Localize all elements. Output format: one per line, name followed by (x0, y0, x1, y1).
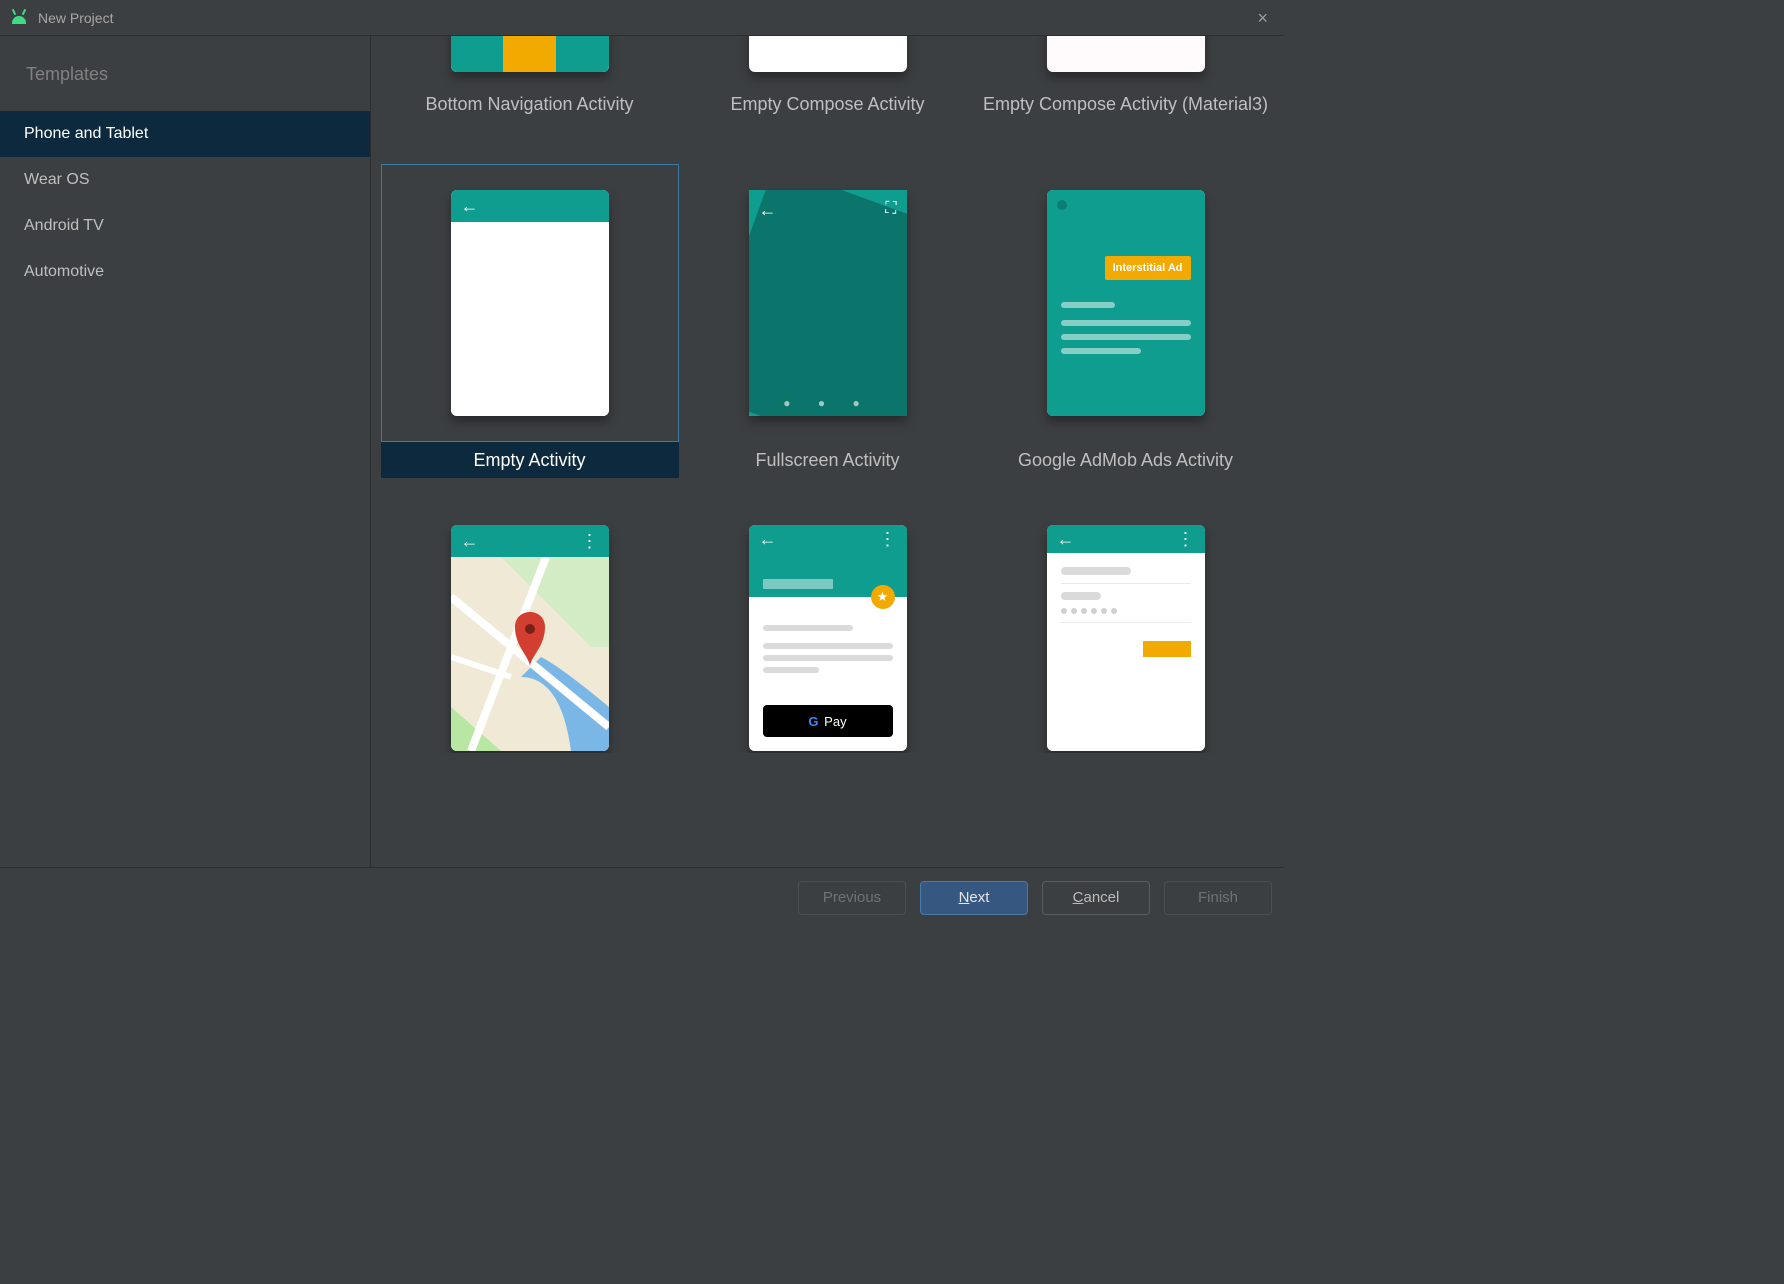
back-arrow-icon: ← (759, 200, 777, 221)
sidebar-item-label: Wear OS (24, 171, 90, 189)
template-thumbnail (451, 36, 609, 72)
back-arrow-icon: ← (461, 531, 479, 552)
template-label: Bottom Navigation Activity (425, 94, 633, 120)
cancel-button[interactable]: Cancel (1042, 881, 1150, 915)
template-empty-compose-m3[interactable]: Empty Compose Activity (Material3) (977, 36, 1275, 120)
template-area: Bottom Navigation Activity Empty Compose… (371, 36, 1284, 867)
template-thumbnail: ←⋮ (1047, 525, 1205, 751)
template-thumbnail-holder: ← (381, 164, 679, 442)
template-thumbnail: Interstitial Ad (1047, 190, 1205, 416)
back-arrow-icon: ← (1057, 529, 1075, 550)
main-split: Templates Phone and Tablet Wear OS Andro… (0, 36, 1284, 867)
sidebar-item-android-tv[interactable]: Android TV (0, 203, 370, 249)
star-icon: ★ (871, 585, 895, 609)
template-google-maps[interactable]: ←⋮ (381, 522, 679, 754)
sidebar-item-label: Automotive (24, 263, 104, 281)
close-icon[interactable]: × (1251, 9, 1274, 27)
finish-button[interactable]: Finish (1164, 881, 1272, 915)
sidebar: Templates Phone and Tablet Wear OS Andro… (0, 36, 371, 867)
template-fullscreen[interactable]: ← ⛶ ● ● ● Fullscreen Activity (679, 164, 977, 478)
sidebar-item-label: Phone and Tablet (24, 125, 148, 143)
more-icon: ⋮ (581, 531, 599, 552)
fullscreen-icon: ⛶ (885, 200, 896, 218)
template-bottom-navigation[interactable]: Bottom Navigation Activity (381, 36, 679, 120)
sidebar-item-automotive[interactable]: Automotive (0, 249, 370, 295)
template-thumbnail (749, 36, 907, 72)
template-thumbnail (1047, 36, 1205, 72)
gpay-button: G Pay (763, 705, 893, 737)
android-icon (10, 12, 28, 24)
template-google-pay[interactable]: ← ⋮ ★ G Pay (679, 522, 977, 754)
template-label: Empty Compose Activity (Material3) (983, 94, 1268, 120)
template-thumbnail: ← ⛶ ● ● ● (749, 190, 907, 416)
template-label: Google AdMob Ads Activity (977, 442, 1275, 478)
next-button[interactable]: Next (920, 881, 1028, 915)
titlebar: New Project × (0, 0, 1284, 36)
sidebar-heading: Templates (0, 64, 370, 111)
sidebar-item-label: Android TV (24, 217, 104, 235)
template-label: Fullscreen Activity (679, 442, 977, 478)
template-google-admob[interactable]: Interstitial Ad Google AdMob Ads Activit… (977, 164, 1275, 478)
ad-button: Interstitial Ad (1105, 256, 1191, 280)
template-login[interactable]: ←⋮ (977, 522, 1275, 754)
template-label: Empty Activity (381, 442, 679, 478)
template-thumbnail: ← (451, 190, 609, 416)
window-title: New Project (38, 10, 113, 26)
sidebar-item-wear-os[interactable]: Wear OS (0, 157, 370, 203)
template-thumbnail: ←⋮ (451, 525, 609, 751)
back-arrow-icon: ← (759, 529, 777, 550)
template-thumbnail: ← ⋮ ★ G Pay (749, 525, 907, 751)
template-empty-compose[interactable]: Empty Compose Activity (679, 36, 977, 120)
previous-button[interactable]: Previous (798, 881, 906, 915)
more-icon: ⋮ (879, 529, 897, 550)
wizard-footer: Previous Next Cancel Finish (0, 867, 1284, 927)
template-label: Empty Compose Activity (730, 94, 924, 120)
template-empty-activity[interactable]: ← Empty Activity (381, 164, 679, 478)
sidebar-item-phone-and-tablet[interactable]: Phone and Tablet (0, 111, 370, 157)
back-arrow-icon: ← (461, 196, 479, 217)
more-icon: ⋮ (1177, 529, 1195, 550)
